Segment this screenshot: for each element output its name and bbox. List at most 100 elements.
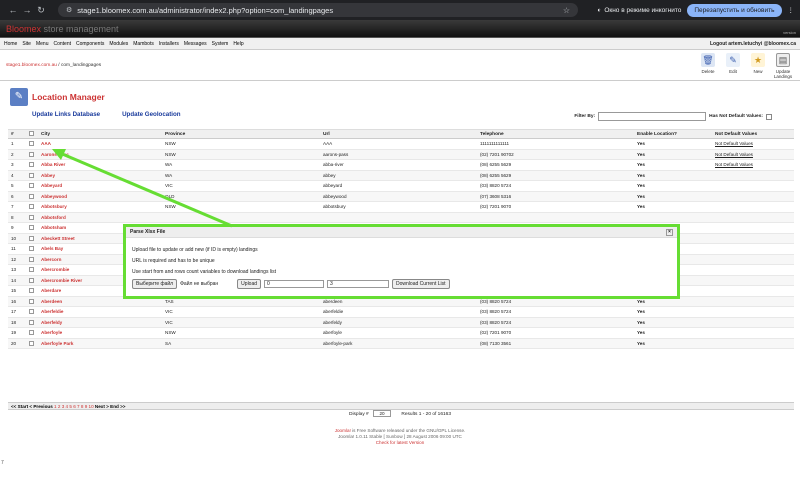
row-checkbox[interactable] xyxy=(29,309,34,315)
table-row[interactable]: 8 Abbotsford xyxy=(8,212,794,223)
address-bar[interactable]: ⚙ stage1.bloomex.com.au/administrator/in… xyxy=(58,3,578,17)
city-link[interactable]: Abbotsford xyxy=(38,212,162,223)
city-link[interactable]: Aberfoyle xyxy=(38,327,162,339)
not-default-link[interactable] xyxy=(712,275,794,286)
row-checkbox[interactable] xyxy=(29,256,34,262)
pagination-end[interactable]: End >> xyxy=(110,404,125,409)
not-default-link[interactable] xyxy=(712,243,794,255)
not-default-link[interactable]: Not Default Values xyxy=(712,159,794,171)
not-default-link[interactable] xyxy=(712,338,794,349)
filter-input[interactable] xyxy=(598,112,707,121)
row-checkbox[interactable] xyxy=(29,319,34,325)
menu-installers[interactable]: Installers xyxy=(159,41,179,47)
row-checkbox[interactable] xyxy=(29,288,34,294)
row-checkbox[interactable] xyxy=(29,340,34,346)
menu-mambots[interactable]: Mambots xyxy=(133,41,154,47)
row-checkbox[interactable] xyxy=(29,193,34,199)
row-checkbox[interactable] xyxy=(29,151,34,157)
menu-messages[interactable]: Messages xyxy=(184,41,207,47)
choose-file-button[interactable]: Выберите файл xyxy=(132,279,178,289)
city-link[interactable]: Abbey xyxy=(38,170,162,181)
row-checkbox[interactable] xyxy=(29,267,34,273)
not-default-link[interactable] xyxy=(712,296,794,307)
relaunch-button[interactable]: Перезапустить и обновить xyxy=(687,3,782,17)
delete-button[interactable]: 🗑 Delete xyxy=(697,53,719,79)
not-default-link[interactable] xyxy=(712,327,794,339)
forward-icon[interactable]: → xyxy=(20,5,34,15)
close-icon[interactable]: × xyxy=(666,228,673,236)
city-link[interactable]: Aarons Pass xyxy=(38,149,162,160)
row-checkbox[interactable] xyxy=(29,141,34,147)
not-default-link[interactable] xyxy=(712,233,794,244)
reload-icon[interactable]: ↻ xyxy=(34,5,48,16)
row-checkbox[interactable] xyxy=(29,214,34,220)
city-link[interactable]: Abba River xyxy=(38,159,162,171)
not-default-link[interactable] xyxy=(712,170,794,181)
download-current-list-button[interactable]: Download Current List xyxy=(392,279,450,289)
check-version-link[interactable]: Check for latest Version xyxy=(0,440,800,446)
row-checkbox[interactable] xyxy=(29,246,34,252)
bookmark-star-icon[interactable]: ☆ xyxy=(563,6,570,15)
table-row[interactable]: 20 Aberfoyle Park SA aberfoyle-park (08) 713… xyxy=(8,338,794,349)
upload-button[interactable]: Upload xyxy=(237,279,262,289)
city-link[interactable]: Aberfeldy xyxy=(38,317,162,328)
row-checkbox[interactable] xyxy=(29,298,34,304)
breadcrumb-site[interactable]: stage1.bloomex.com.au xyxy=(6,63,57,68)
not-default-link[interactable] xyxy=(712,264,794,276)
table-row[interactable]: 1 AAA NSW AAA 1111111111111 Yes Not Default Va… xyxy=(8,138,794,150)
pagination-prev[interactable]: < Previous xyxy=(29,404,52,409)
new-button[interactable]: ★ New xyxy=(747,53,769,79)
rows-count-input[interactable]: 3 xyxy=(327,280,390,288)
city-link[interactable]: Aberfeldie xyxy=(38,306,162,318)
menu-home[interactable]: Home xyxy=(4,41,17,47)
not-default-link[interactable] xyxy=(712,317,794,328)
edit-button[interactable]: ✎ Edit xyxy=(722,53,744,79)
table-row[interactable]: 5 Abbeyard VIC abbeyard (03) 8820 5724 Yes xyxy=(8,180,794,192)
col-url[interactable]: Url xyxy=(320,129,477,139)
table-row[interactable]: 3 Abba River WA abba-river (08) 6255 5629 Yes… xyxy=(8,159,794,171)
table-row[interactable]: 18 Aberfeldy VIC aberfeldy (03) 8820 5724 Yes xyxy=(8,317,794,328)
row-checkbox[interactable] xyxy=(29,235,34,241)
not-default-link[interactable]: Not Default Values xyxy=(712,138,794,150)
update-links-database-link[interactable]: Update Links Database xyxy=(32,111,100,118)
col-not-default[interactable]: Not Default Values xyxy=(712,129,794,139)
pagination-start[interactable]: << Start xyxy=(11,404,28,409)
not-default-link[interactable]: Not Default Values xyxy=(712,149,794,160)
table-row[interactable]: 2 Aarons Pass NSW aarons-pass (02) 7201 9070… xyxy=(8,149,794,160)
row-checkbox[interactable] xyxy=(29,204,34,210)
col-telephone[interactable]: Telephone xyxy=(477,129,634,139)
more-menu-icon[interactable]: ⋮ xyxy=(788,6,795,14)
table-row[interactable]: 6 Abbeywood QLD abbeywood (07) 3608 5316 Yes xyxy=(8,191,794,202)
has-not-default-checkbox[interactable] xyxy=(766,113,772,120)
table-row[interactable]: 19 Aberfoyle NSW aberfoyle (02) 7201 9070 Yes xyxy=(8,327,794,339)
not-default-link[interactable] xyxy=(712,306,794,318)
display-select[interactable]: 20 xyxy=(373,410,392,417)
start-from-input[interactable]: 0 xyxy=(264,280,325,288)
menu-system[interactable]: System xyxy=(212,41,229,47)
table-row[interactable]: 7 Abbotsbury NSW abbotsbury (02) 7201 9070 Ye… xyxy=(8,201,794,213)
not-default-link[interactable] xyxy=(712,212,794,223)
not-default-link[interactable] xyxy=(712,191,794,202)
city-link[interactable]: Aberfoyle Park xyxy=(38,338,162,349)
back-icon[interactable]: ← xyxy=(6,5,20,15)
logout-link[interactable]: Logout artem.letuchyi @bloomex.ca xyxy=(710,41,796,47)
pagination-next[interactable]: Next > xyxy=(95,404,109,409)
city-link[interactable]: Abbeywood xyxy=(38,191,162,202)
pagination-pages[interactable]: 1 2 3 4 5 6 7 8 9 10 xyxy=(54,404,94,409)
menu-components[interactable]: Components xyxy=(76,41,104,47)
row-checkbox[interactable] xyxy=(29,172,34,178)
city-link[interactable]: Abbotsbury xyxy=(38,201,162,213)
select-all-checkbox[interactable] xyxy=(29,131,34,137)
menu-content[interactable]: Content xyxy=(53,41,71,47)
col-enable-location[interactable]: Enable Location? xyxy=(634,129,712,139)
menu-menu[interactable]: Menu xyxy=(36,41,49,47)
not-default-link[interactable] xyxy=(712,180,794,192)
update-landings-button[interactable]: ▤ Update Landings xyxy=(772,53,794,79)
table-row[interactable]: 17 Aberfeldie VIC aberfeldie (03) 8820 5724 Y… xyxy=(8,306,794,318)
not-default-link[interactable] xyxy=(712,222,794,234)
row-checkbox[interactable] xyxy=(29,183,34,189)
city-link[interactable]: Abbeyard xyxy=(38,180,162,192)
row-checkbox[interactable] xyxy=(29,162,34,168)
update-geolocation-link[interactable]: Update Geolocation xyxy=(122,111,180,118)
col-province[interactable]: Province xyxy=(162,129,320,139)
